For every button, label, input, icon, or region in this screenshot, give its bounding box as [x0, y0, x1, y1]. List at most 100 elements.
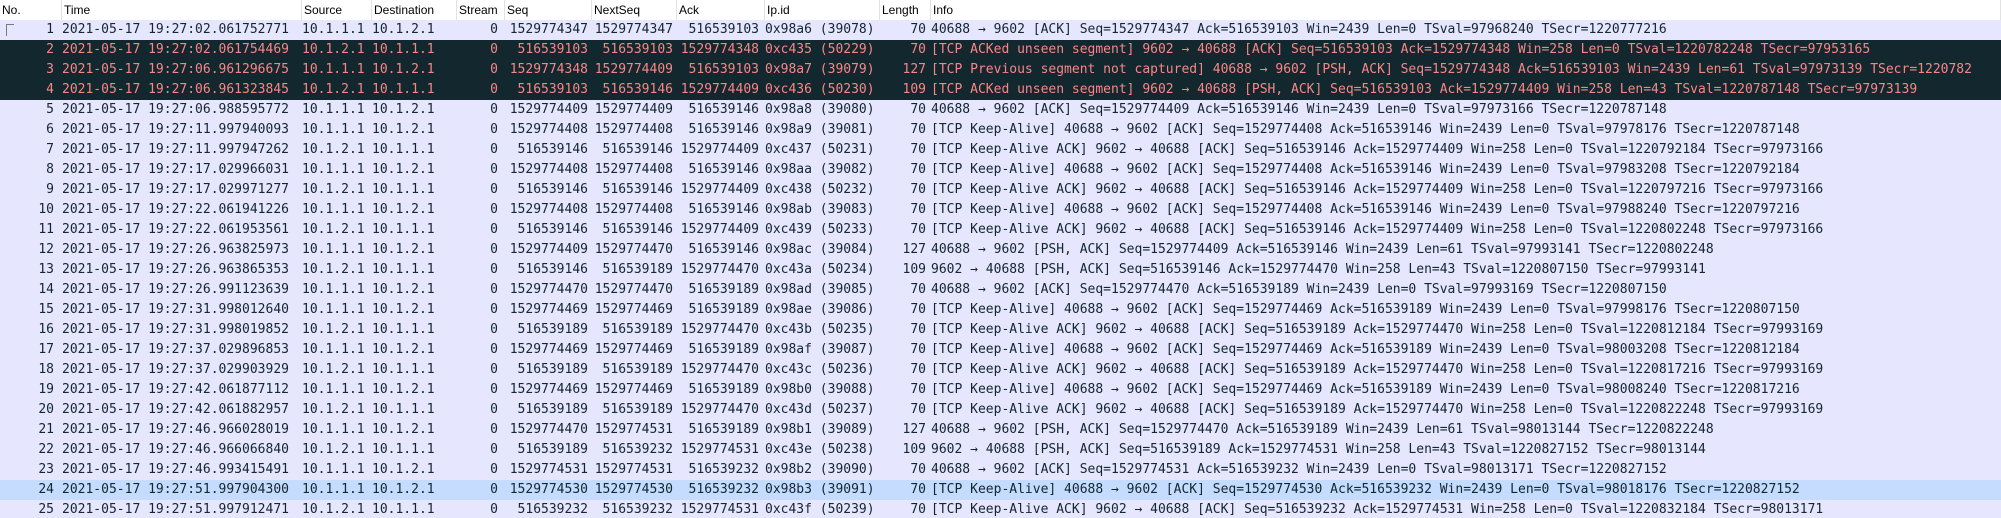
packet-ack-cell: 516539189: [688, 282, 759, 297]
packet-ipid-cell: 0x98b3 (39091): [765, 482, 875, 497]
packet-row[interactable]: 15 2021-05-17 19:27:31.998012640 10.1.1.1 1…: [0, 300, 2001, 320]
packet-ack-cell: 1529774409: [680, 82, 759, 97]
packet-time-cell: 2021-05-17 19:27:06.988595772: [62, 102, 289, 117]
column-header-ipid[interactable]: Ip.id: [765, 0, 880, 20]
packet-seq-cell: 516539189: [517, 362, 588, 377]
packet-ack-cell: 516539189: [688, 422, 759, 437]
packet-row[interactable]: 12 2021-05-17 19:27:26.963825973 10.1.1.1 1…: [0, 240, 2001, 260]
packet-list[interactable]: No. Time Source Destination Stream Seq NextSeq…: [0, 0, 2001, 518]
packet-no-cell: 4: [46, 82, 54, 97]
packet-stream-cell: 0: [490, 262, 498, 277]
column-header-source[interactable]: Source: [302, 0, 372, 20]
conversation-bracket: [6, 24, 7, 36]
packet-nextseq-cell: 1529774530: [594, 482, 673, 497]
packet-nextseq-cell: 516539103: [602, 42, 673, 57]
packet-seq-cell: 1529774531: [509, 462, 588, 477]
packet-length-cell: 70: [910, 282, 926, 297]
packet-row[interactable]: 10 2021-05-17 19:27:22.061941226 10.1.1.1 1…: [0, 200, 2001, 220]
column-header-seq[interactable]: Seq: [505, 0, 592, 20]
packet-no-cell: 24: [38, 482, 54, 497]
packet-time-cell: 2021-05-17 19:27:42.061882957: [62, 402, 289, 417]
packet-nextseq-cell: 516539232: [602, 502, 673, 517]
packet-stream-cell: 0: [490, 482, 498, 497]
column-header-length[interactable]: Length: [880, 0, 931, 20]
packet-ack-cell: 516539146: [688, 242, 759, 257]
packet-seq-cell: 516539146: [517, 222, 588, 237]
packet-seq-cell: 1529774530: [509, 482, 588, 497]
packet-destination-cell: 10.1.2.1: [372, 22, 435, 37]
packet-ipid-cell: 0xc43f (50239): [765, 502, 875, 517]
packet-length-cell: 70: [910, 402, 926, 417]
packet-time-cell: 2021-05-17 19:27:17.029971277: [62, 182, 289, 197]
packet-length-cell: 70: [910, 182, 926, 197]
packet-ack-cell: 516539146: [688, 162, 759, 177]
packet-nextseq-cell: 1529774347: [594, 22, 673, 37]
packet-row[interactable]: 23 2021-05-17 19:27:46.993415491 10.1.1.1 1…: [0, 460, 2001, 480]
packet-destination-cell: 10.1.1.1: [372, 362, 435, 377]
packet-ipid-cell: 0xc43a (50234): [765, 262, 875, 277]
packet-row[interactable]: 17 2021-05-17 19:27:37.029896853 10.1.1.1 1…: [0, 340, 2001, 360]
packet-row[interactable]: 7 2021-05-17 19:27:11.997947262 10.1.2.1 10…: [0, 140, 2001, 160]
packet-row[interactable]: 14 2021-05-17 19:27:26.991123639 10.1.1.1 1…: [0, 280, 2001, 300]
packet-row[interactable]: 11 2021-05-17 19:27:22.061953561 10.1.2.1 1…: [0, 220, 2001, 240]
packet-nextseq-cell: 516539189: [602, 322, 673, 337]
packet-nextseq-cell: 516539189: [602, 362, 673, 377]
packet-row[interactable]: 2 2021-05-17 19:27:02.061754469 10.1.2.1 10…: [0, 40, 2001, 60]
packet-source-cell: 10.1.1.1: [302, 22, 365, 37]
packet-time-cell: 2021-05-17 19:27:17.029966031: [62, 162, 289, 177]
packet-stream-cell: 0: [490, 442, 498, 457]
packet-list-header: No. Time Source Destination Stream Seq NextSeq…: [0, 0, 2001, 21]
packet-ack-cell: 516539189: [688, 342, 759, 357]
packet-info-cell: 9602 → 40688 [PSH, ACK] Seq=516539189 Ac…: [931, 442, 1706, 457]
packet-length-cell: 70: [910, 362, 926, 377]
packet-row[interactable]: 24 2021-05-17 19:27:51.997904300 10.1.1.1 1…: [0, 480, 2001, 500]
column-header-time[interactable]: Time: [62, 0, 302, 20]
packet-row[interactable]: 3 2021-05-17 19:27:06.961296675 10.1.1.1 10…: [0, 60, 2001, 80]
packet-row[interactable]: 5 2021-05-17 19:27:06.988595772 10.1.1.1 10…: [0, 100, 2001, 120]
packet-time-cell: 2021-05-17 19:27:22.061941226: [62, 202, 289, 217]
packet-destination-cell: 10.1.2.1: [372, 282, 435, 297]
packet-row[interactable]: 1 2021-05-17 19:27:02.061752771 10.1.1.1 10…: [0, 20, 2001, 40]
packet-row[interactable]: 25 2021-05-17 19:27:51.997912471 10.1.2.1 1…: [0, 500, 2001, 518]
packet-row[interactable]: 18 2021-05-17 19:27:37.029903929 10.1.2.1 1…: [0, 360, 2001, 380]
packet-row[interactable]: 16 2021-05-17 19:27:31.998019852 10.1.2.1 1…: [0, 320, 2001, 340]
packet-time-cell: 2021-05-17 19:27:26.963865353: [62, 262, 289, 277]
packet-ipid-cell: 0x98ad (39085): [765, 282, 875, 297]
packet-source-cell: 10.1.1.1: [302, 242, 365, 257]
packet-seq-cell: 1529774408: [509, 162, 588, 177]
packet-destination-cell: 10.1.2.1: [372, 162, 435, 177]
packet-source-cell: 10.1.2.1: [302, 502, 365, 517]
column-header-no[interactable]: No.: [0, 0, 62, 20]
column-header-ack[interactable]: Ack: [677, 0, 765, 20]
packet-source-cell: 10.1.2.1: [302, 182, 365, 197]
packet-time-cell: 2021-05-17 19:27:31.998019852: [62, 322, 289, 337]
packet-row[interactable]: 8 2021-05-17 19:27:17.029966031 10.1.1.1 10…: [0, 160, 2001, 180]
packet-ipid-cell: 0x98b1 (39089): [765, 422, 875, 437]
packet-ack-cell: 516539103: [688, 62, 759, 77]
packet-row[interactable]: 19 2021-05-17 19:27:42.061877112 10.1.1.1 1…: [0, 380, 2001, 400]
packet-row[interactable]: 21 2021-05-17 19:27:46.966028019 10.1.1.1 1…: [0, 420, 2001, 440]
packet-ipid-cell: 0xc439 (50233): [765, 222, 875, 237]
packet-stream-cell: 0: [490, 142, 498, 157]
packet-row[interactable]: 4 2021-05-17 19:27:06.961323845 10.1.2.1 10…: [0, 80, 2001, 100]
packet-ack-cell: 1529774470: [680, 402, 759, 417]
packet-no-cell: 3: [46, 62, 54, 77]
packet-source-cell: 10.1.1.1: [302, 202, 365, 217]
packet-time-cell: 2021-05-17 19:27:11.997940093: [62, 122, 289, 137]
packet-seq-cell: 516539103: [517, 42, 588, 57]
column-header-nextseq[interactable]: NextSeq: [592, 0, 677, 20]
packet-ipid-cell: 0x98ac (39084): [765, 242, 875, 257]
packet-source-cell: 10.1.1.1: [302, 462, 365, 477]
column-header-stream[interactable]: Stream: [457, 0, 505, 20]
packet-row[interactable]: 9 2021-05-17 19:27:17.029971277 10.1.2.1 10…: [0, 180, 2001, 200]
packet-nextseq-cell: 1529774408: [594, 122, 673, 137]
column-header-destination[interactable]: Destination: [372, 0, 457, 20]
column-header-info[interactable]: Info: [931, 0, 2001, 20]
packet-row[interactable]: 13 2021-05-17 19:27:26.963865353 10.1.2.1 1…: [0, 260, 2001, 280]
packet-row[interactable]: 20 2021-05-17 19:27:42.061882957 10.1.2.1 1…: [0, 400, 2001, 420]
packet-stream-cell: 0: [490, 62, 498, 77]
packet-row[interactable]: 22 2021-05-17 19:27:46.966066840 10.1.2.1 1…: [0, 440, 2001, 460]
packet-row[interactable]: 6 2021-05-17 19:27:11.997940093 10.1.1.1 10…: [0, 120, 2001, 140]
packet-stream-cell: 0: [490, 282, 498, 297]
packet-no-cell: 12: [38, 242, 54, 257]
